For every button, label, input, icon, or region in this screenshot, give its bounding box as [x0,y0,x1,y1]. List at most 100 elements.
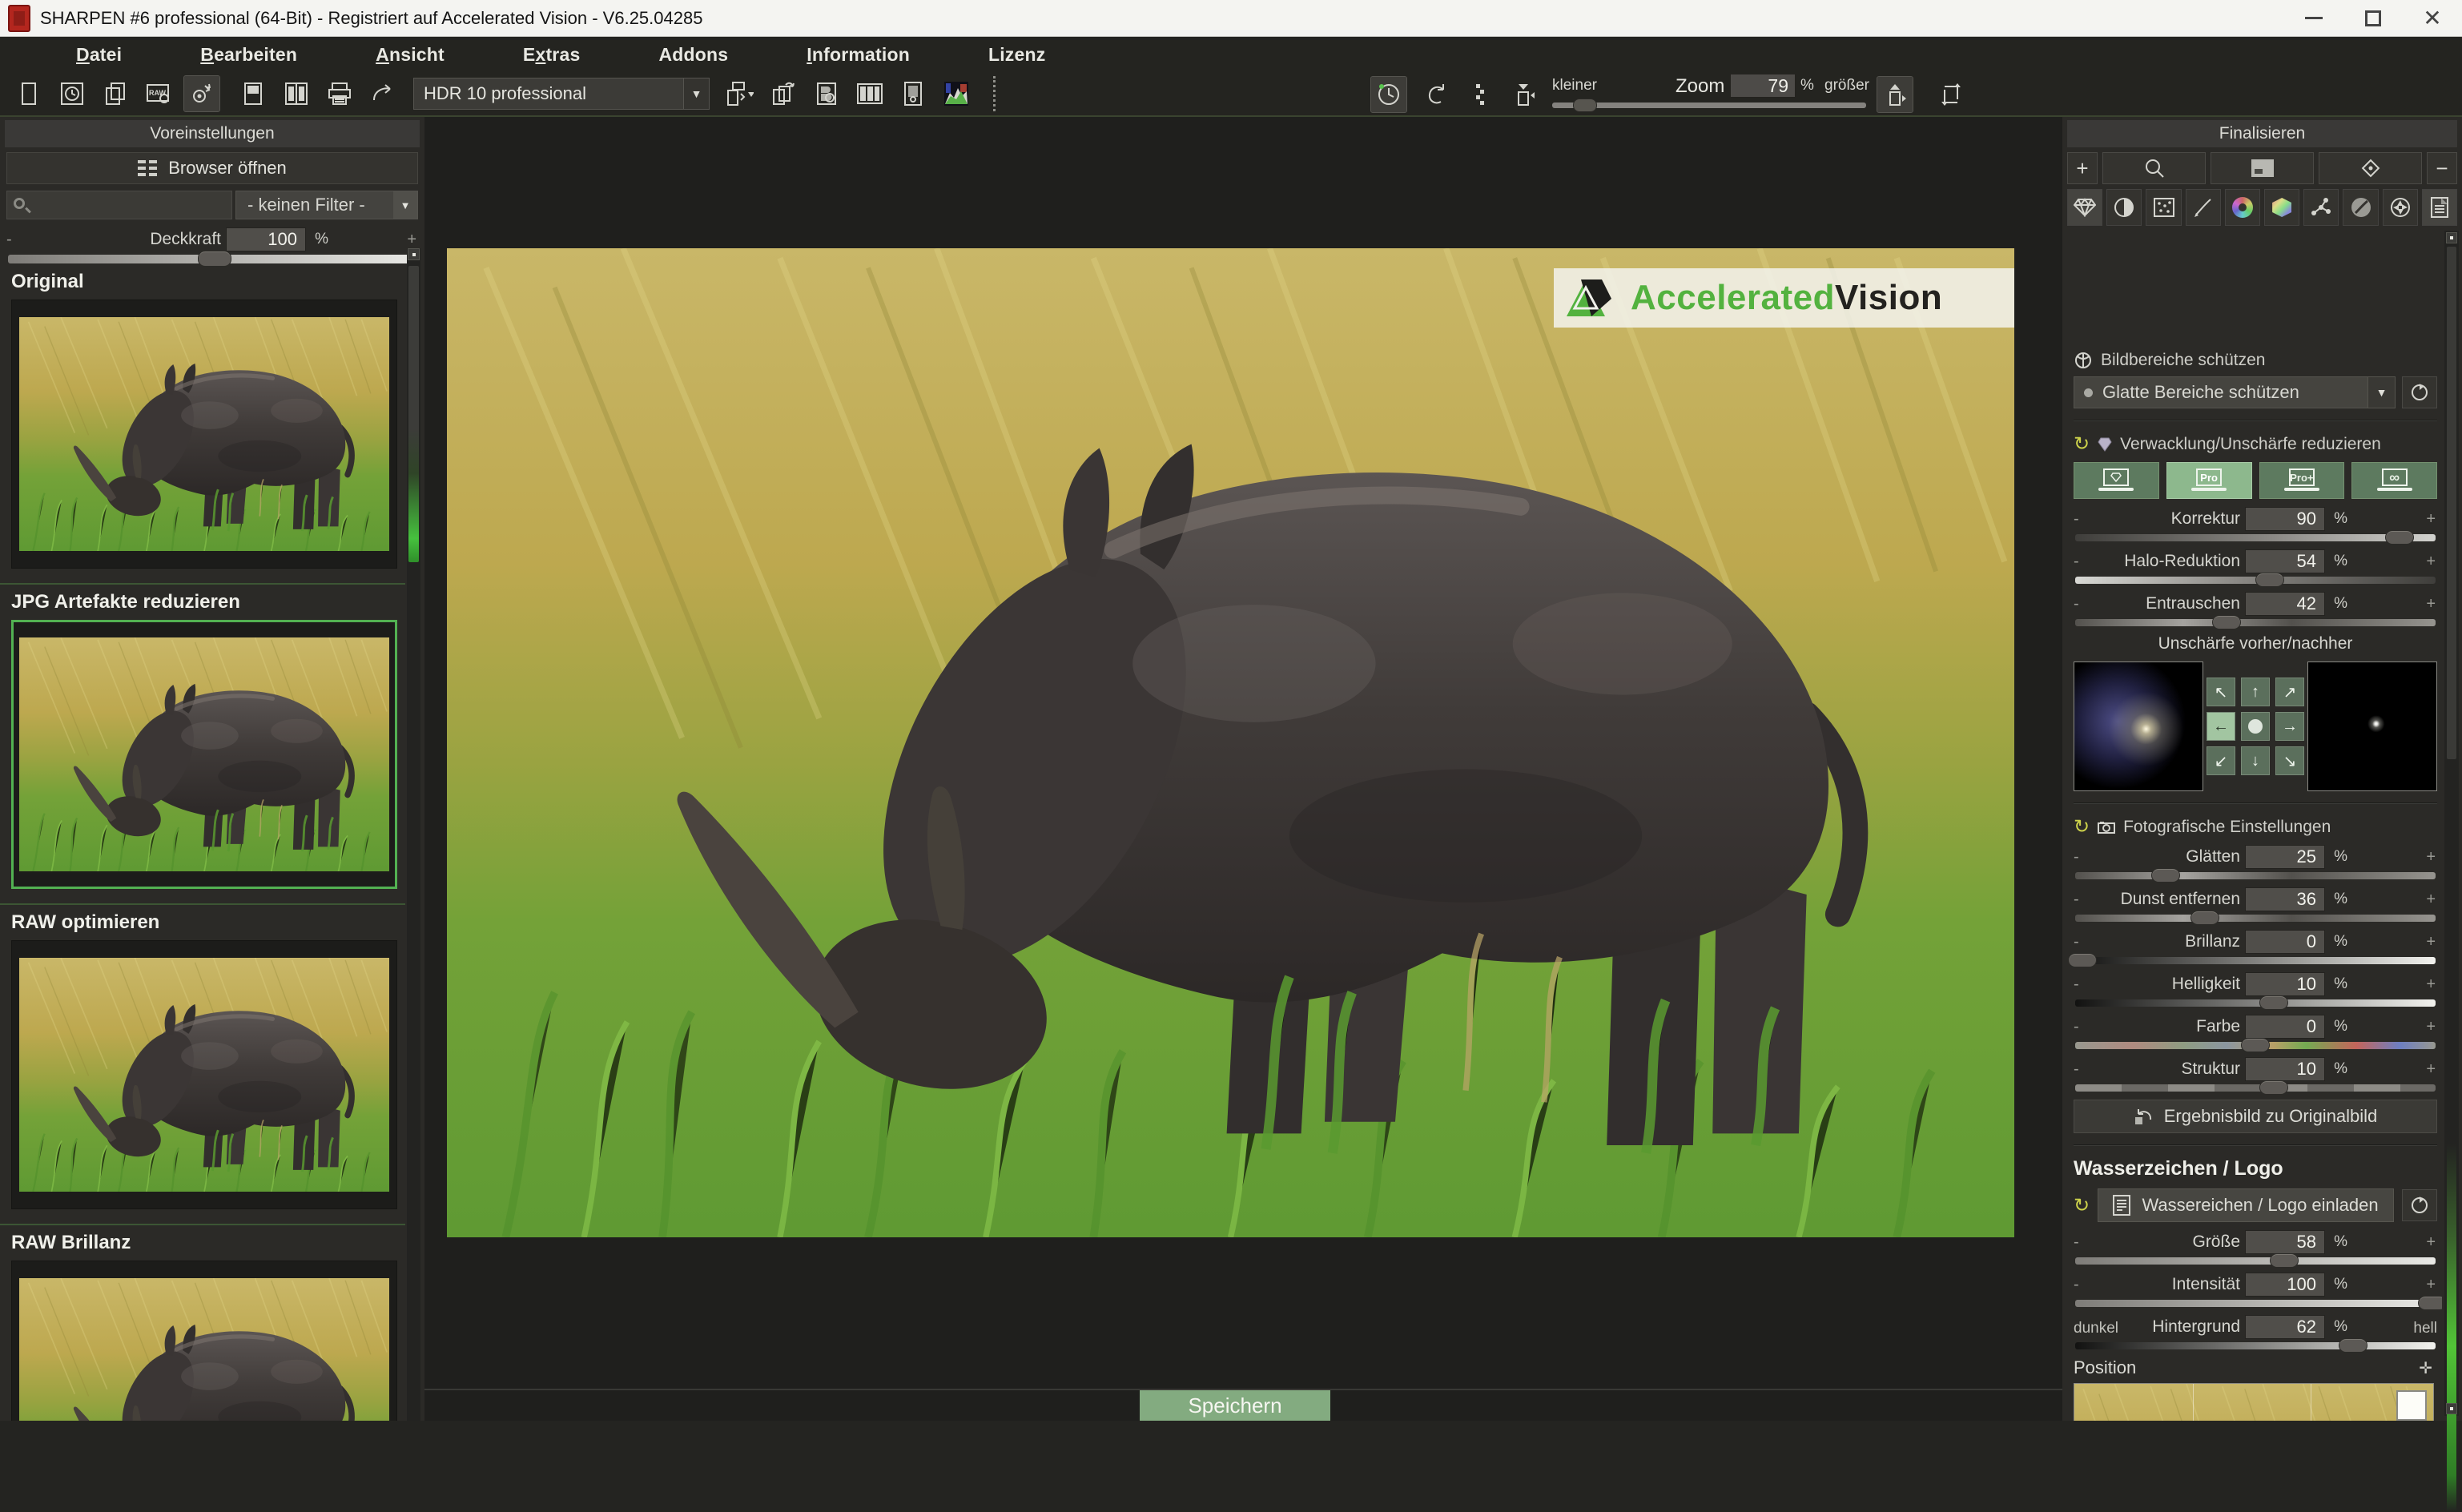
slider-handle[interactable] [2241,1038,2270,1052]
preset-thumbnail[interactable] [11,300,397,569]
redo-button[interactable] [1419,77,1454,112]
device-transfer-button[interactable] [722,76,758,111]
main-image[interactable]: AcceleratedVision [447,248,2014,1237]
watermark-position-marker[interactable] [2396,1390,2427,1421]
increment-button[interactable]: + [2426,553,2436,571]
tab-denoise[interactable] [2146,189,2181,226]
marker-view-button[interactable] [2319,152,2422,184]
menu-item[interactable]: Addons [619,44,767,66]
slider-value-field[interactable]: 90 [2245,507,2325,531]
mode-infinity-button[interactable]: ∞ [2351,462,2437,499]
preset-item[interactable]: RAW optimieren [0,905,405,1225]
decrement-button[interactable]: - [2074,975,2079,994]
collapse-left-button[interactable] [1506,77,1541,112]
preset-item[interactable]: RAW Brillanz [0,1225,405,1421]
scrollbar-top-button[interactable] [408,248,420,260]
add-button[interactable]: + [2067,152,2098,184]
increment-button[interactable]: + [2426,1233,2436,1252]
multi-panel-button[interactable] [852,76,887,111]
slider-value-field[interactable]: 100 [226,227,306,251]
slider-track[interactable] [2075,1342,2436,1349]
increment-button[interactable]: + [2426,891,2436,909]
watermark-refresh-icon[interactable]: ↻ [2074,1194,2090,1217]
direction-arrow-button[interactable]: ↖ [2207,678,2235,706]
slider-value-field[interactable]: 10 [2245,972,2325,996]
increment-button[interactable]: + [2426,1018,2436,1036]
preset-item[interactable]: Original [0,264,405,585]
slider-handle[interactable] [2259,1080,2288,1095]
reset-watermark-button[interactable] [2402,1189,2437,1221]
copy-settings-button[interactable] [98,76,133,111]
auto-compare-button[interactable] [1371,77,1406,112]
open-browser-button[interactable]: Browser öffnen [6,152,418,184]
slider-handle[interactable] [2259,995,2288,1010]
tab-retouch[interactable] [2186,189,2221,226]
tab-contrast[interactable] [2106,189,2142,226]
slider-handle[interactable] [2385,530,2414,545]
direction-arrow-button[interactable]: ↓ [2241,746,2270,775]
mode-proplus-button[interactable]: Pro+ [2259,462,2345,499]
save-button[interactable]: Speichern [1140,1390,1330,1421]
slider-handle[interactable] [2418,1296,2443,1310]
new-image-button[interactable] [11,76,46,111]
tab-sharpen-aperture[interactable] [2383,189,2418,226]
direction-arrow-button[interactable]: ↙ [2207,746,2235,775]
zoom-value-field[interactable]: 79 [1730,74,1796,98]
direction-arrow-button[interactable]: → [2275,712,2304,741]
slider-value-field[interactable]: 100 [2245,1273,2325,1297]
decrement-button[interactable]: - [2074,848,2079,867]
slider-track[interactable] [2075,1084,2436,1092]
crop-rotate-button[interactable] [1933,77,1969,112]
menu-item[interactable]: Ansicht [336,44,484,66]
expand-right-button[interactable] [1877,77,1913,112]
result-to-original-button[interactable]: Ergebnisbild zu Originalbild [2074,1100,2437,1133]
slider-handle[interactable] [2068,953,2097,967]
chevron-down-icon[interactable]: ▼ [683,78,709,109]
decrement-button[interactable]: - [2074,1018,2079,1036]
histogram-button[interactable] [939,76,974,111]
slider-value-field[interactable]: 0 [2245,930,2325,954]
slider-value-field[interactable]: 10 [2245,1057,2325,1081]
print-button[interactable] [322,76,357,111]
slider-track[interactable] [2075,577,2436,584]
slider-handle[interactable] [2190,911,2219,925]
chevron-down-icon[interactable]: ▼ [393,191,417,219]
slider-value-field[interactable]: 62 [2245,1315,2325,1339]
decrement-button[interactable]: - [6,231,12,249]
mode-gem-button[interactable] [2074,462,2159,499]
tab-mask-brush[interactable] [2343,189,2378,226]
scrollbar-thumb[interactable] [408,266,419,562]
filter-settings-button[interactable] [184,76,219,111]
decrement-button[interactable]: - [2074,510,2079,529]
decrement-button[interactable]: - [2074,1060,2079,1079]
decrement-button[interactable]: - [2074,1233,2079,1252]
direction-center-button[interactable] [2241,712,2270,741]
export-share-button[interactable] [365,76,400,111]
increment-button[interactable]: + [2426,1276,2436,1294]
slider-handle[interactable] [2255,573,2284,587]
maximize-button[interactable] [2343,0,2403,36]
position-preview[interactable] [2074,1383,2434,1421]
slider-track[interactable] [8,255,416,263]
window-view-button[interactable] [2211,152,2314,184]
menu-item[interactable]: Extras [484,44,620,66]
slider-track[interactable] [2075,1257,2436,1265]
slider-track[interactable] [2075,1042,2436,1049]
increment-button[interactable]: + [2426,1060,2436,1079]
slider-value-field[interactable]: 54 [2245,549,2325,573]
increment-button[interactable]: + [2426,933,2436,951]
preset-dropdown[interactable]: HDR 10 professional ▼ [413,78,710,110]
menu-item[interactable]: Information [767,44,949,66]
tab-color-cube[interactable] [2264,189,2299,226]
slider-track[interactable] [2075,619,2436,626]
preset-thumbnail[interactable] [11,620,397,889]
tab-color-wheel[interactable] [2225,189,2260,226]
slider-value-field[interactable]: 0 [2245,1015,2325,1039]
slider-track[interactable] [2075,999,2436,1007]
scrollbar-thumb[interactable] [2447,247,2456,759]
direction-arrow-button[interactable]: ← [2207,712,2235,741]
slider-track[interactable] [2075,534,2436,541]
menu-item[interactable]: Datei [37,44,161,66]
decrement-button[interactable]: - [2074,1276,2079,1294]
slider-value-field[interactable]: 25 [2245,845,2325,869]
